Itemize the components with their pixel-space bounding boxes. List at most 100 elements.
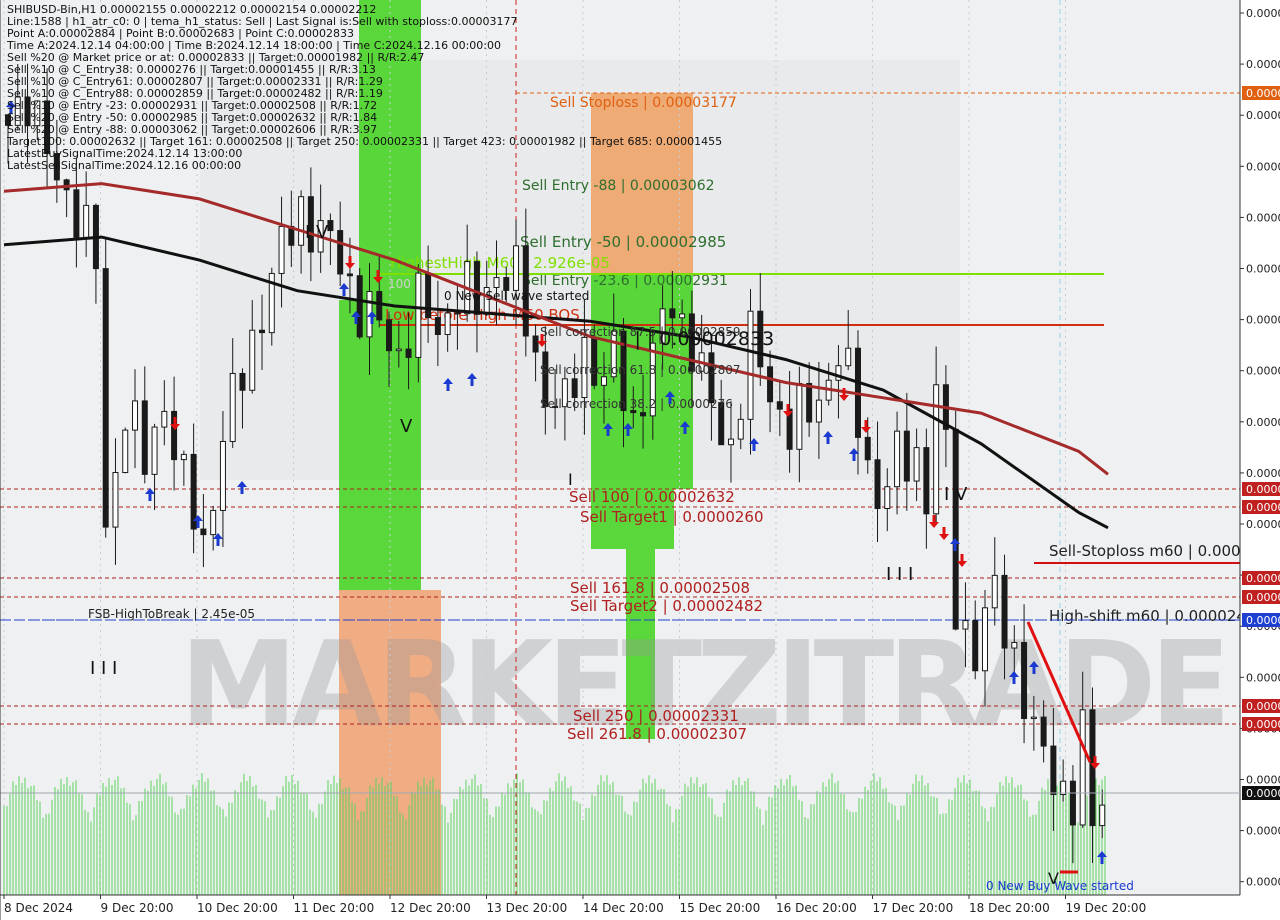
price-axis-label: 0.0000 xyxy=(1246,160,1280,173)
candle-body xyxy=(405,348,412,358)
chart-annotation: Sell correction 61.8 | 0.00002807 xyxy=(540,363,741,377)
candle-body xyxy=(571,378,578,399)
candle-body xyxy=(259,329,266,334)
candle-body xyxy=(200,528,207,536)
price-axis-label: 0.0000 xyxy=(1246,211,1280,224)
candle-body xyxy=(1040,716,1047,747)
candle-body xyxy=(337,230,344,275)
price-axis-level-tag-label: 0.0000 xyxy=(1246,572,1280,585)
chart-annotation: | | | 0.00002833 xyxy=(622,328,774,350)
time-axis-label: 8 Dec 2024 xyxy=(4,901,73,915)
chart-annotation: I V xyxy=(305,222,329,243)
price-axis-label: 0.0000 xyxy=(1246,58,1280,71)
candle-body xyxy=(386,319,393,352)
time-axis-label: 12 Dec 20:00 xyxy=(390,901,471,915)
time-axis-label: 15 Dec 20:00 xyxy=(680,901,761,915)
price-axis-label: 0.0000 xyxy=(1246,518,1280,531)
chart-annotation: Sell correction 38.2 | 0.0000276 xyxy=(540,397,733,411)
candle-body xyxy=(454,312,461,315)
level-label: Sell 250 | 0.00002331 xyxy=(573,707,739,725)
candle-body xyxy=(1030,716,1037,720)
candle-body xyxy=(190,453,197,530)
candle-body xyxy=(991,574,998,609)
candle-body xyxy=(278,225,285,274)
level-label: Sell-Stoploss m60 | 0.0000 xyxy=(1049,542,1250,560)
time-axis-label: 17 Dec 20:00 xyxy=(873,901,954,915)
candle-body xyxy=(894,430,901,488)
candle-body xyxy=(796,382,803,450)
candle-body xyxy=(229,372,236,442)
candle-body xyxy=(767,366,774,403)
price-axis-label: 0.0000 xyxy=(1246,109,1280,122)
price-axis-level-tag-label: 0.0000 xyxy=(1246,614,1280,627)
price-axis-label: 0.0000 xyxy=(1246,314,1280,327)
candle-body xyxy=(1099,804,1106,827)
chart-annotation: 100 xyxy=(388,277,411,291)
price-axis-label: 0.0000 xyxy=(1246,467,1280,480)
chart-annotation: I V xyxy=(944,484,968,505)
candle-body xyxy=(679,313,686,319)
price-axis-level-tag-label: 0.0000 xyxy=(1246,591,1280,604)
chart-annotation: I I I xyxy=(90,658,117,679)
sell-zone-green-strip xyxy=(339,300,359,590)
candle-body xyxy=(493,277,500,289)
level-label: FSB-HighToBreak | 2.45e-05 xyxy=(88,607,255,621)
candle-body xyxy=(600,376,607,386)
candle-body xyxy=(708,352,715,404)
candle-body xyxy=(513,245,520,291)
time-axis-label: 11 Dec 20:00 xyxy=(294,901,375,915)
candle-body xyxy=(815,399,822,423)
candle-body xyxy=(356,275,363,338)
candle-body xyxy=(737,418,744,440)
candle-body xyxy=(591,336,598,386)
candle-body xyxy=(864,436,871,461)
candle-body xyxy=(1001,574,1008,649)
candle-body xyxy=(1069,780,1076,826)
chart-window[interactable]: MARKETZITRADE Sell Stoploss | 0.00003177 S… xyxy=(0,0,1280,920)
candle-body xyxy=(1011,641,1018,649)
price-axis-label: 0.0000 xyxy=(1246,671,1280,684)
candle-body xyxy=(776,401,783,410)
candle-body xyxy=(151,426,158,475)
level-label: Sell 261.8 | 0.00002307 xyxy=(567,725,747,743)
candle-body xyxy=(395,348,402,352)
price-axis-level-tag-label: 0.0000 xyxy=(1246,483,1280,496)
candle-body xyxy=(1050,745,1057,796)
time-axis-label: 10 Dec 20:00 xyxy=(197,901,278,915)
candle-body xyxy=(298,196,305,246)
candle-body xyxy=(425,272,432,319)
candle-body xyxy=(219,440,226,511)
candle-body xyxy=(102,268,109,528)
time-axis-label: 9 Dec 20:00 xyxy=(101,901,174,915)
candle-body xyxy=(1079,709,1086,826)
candle-body xyxy=(239,372,246,391)
candle-body xyxy=(141,400,148,475)
candle-body xyxy=(532,335,539,353)
time-axis-label: 18 Dec 20:00 xyxy=(969,901,1050,915)
candle-body xyxy=(473,261,480,315)
candle-body xyxy=(884,486,891,510)
candle-body xyxy=(132,400,139,431)
price-axis-label: 0.0000 xyxy=(1246,7,1280,20)
price-axis-label: 0.0000 xyxy=(1246,876,1280,889)
candle-body xyxy=(727,438,734,446)
candle-body xyxy=(180,453,187,461)
time-axis-label: 13 Dec 20:00 xyxy=(487,901,568,915)
candle-body xyxy=(806,382,813,423)
price-axis-label: 0.0000 xyxy=(1246,774,1280,787)
level-label: High-shift m60 | 0.000024 xyxy=(1049,607,1246,625)
price-axis-label: 0.0000 xyxy=(1246,263,1280,276)
candle-body xyxy=(415,272,422,358)
candle-body xyxy=(210,509,217,536)
level-label: Sell Target2 | 0.00002482 xyxy=(570,597,763,615)
level-label: Sell 100 | 0.00002632 xyxy=(569,488,735,506)
time-axis-label: 14 Dec 20:00 xyxy=(583,901,664,915)
candle-body xyxy=(444,312,451,336)
price-axis-level-tag-label: 0.0000 xyxy=(1246,700,1280,713)
candle-body xyxy=(845,347,852,367)
candle-body xyxy=(952,428,959,630)
candle-body xyxy=(83,204,90,238)
candle-body xyxy=(962,620,969,630)
indicator-info-panel: SHIBUSD-Bin,H1 0.00002155 0.00002212 0.0… xyxy=(7,4,722,172)
info-line: LatestSellSignalTime:2024.12.16 00:00:00 xyxy=(7,159,242,172)
